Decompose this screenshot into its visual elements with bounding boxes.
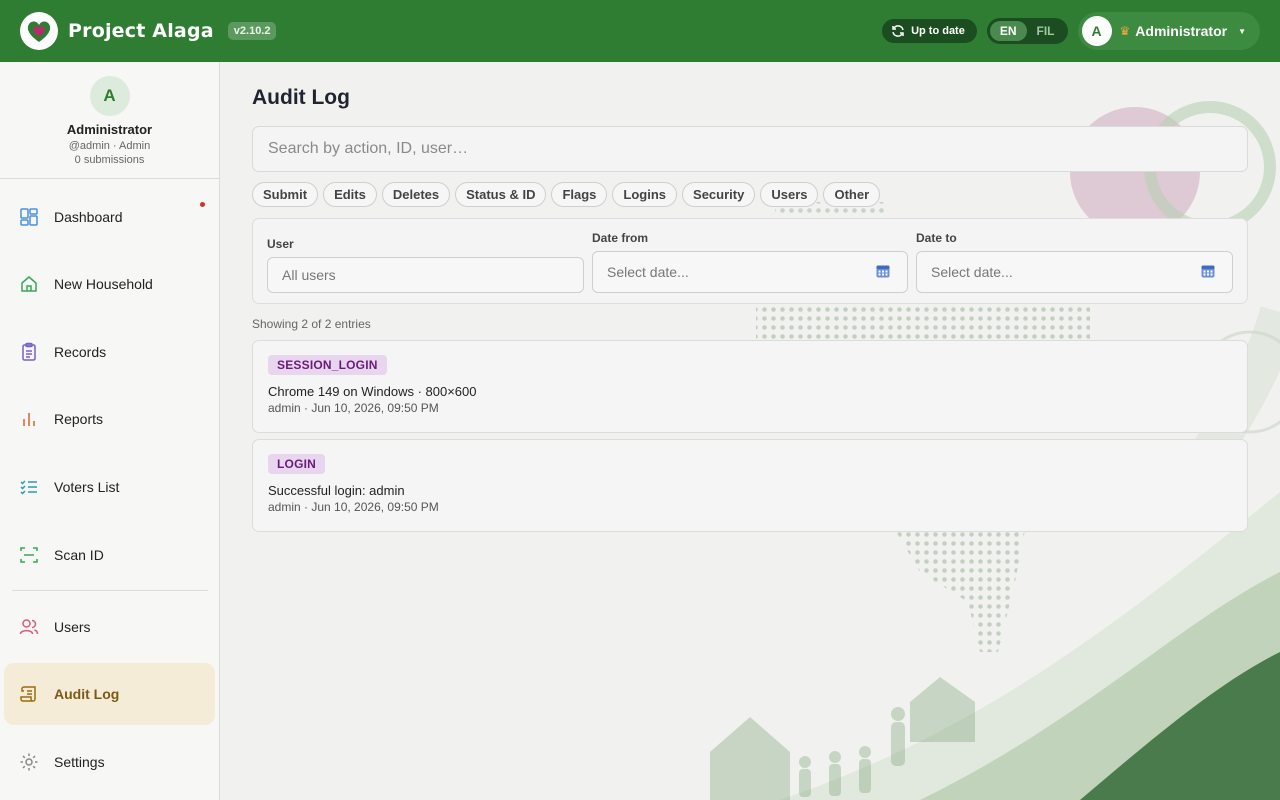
sidebar-item-label: Scan ID <box>54 547 104 563</box>
sidebar-item-label: Users <box>54 619 91 635</box>
sidebar-item-audit-log[interactable]: Audit Log <box>4 663 215 725</box>
scroll-icon <box>18 683 40 705</box>
profile-submissions: 0 submissions <box>74 154 145 166</box>
checklist-icon <box>18 476 40 498</box>
user-menu-button[interactable]: A ♛ Administrator ▼ <box>1077 12 1260 50</box>
calendar-icon[interactable] <box>1201 264 1215 281</box>
date-to-placeholder: Select date... <box>931 264 1013 280</box>
dashboard-icon <box>18 206 40 228</box>
sidebar-profile: A Administrator @admin · Admin 0 submiss… <box>0 62 219 179</box>
sidebar-item-voters-list[interactable]: Voters List <box>4 456 215 518</box>
sidebar-item-records[interactable]: Records <box>4 321 215 383</box>
sidebar-item-new-household[interactable]: New Household <box>4 253 215 315</box>
date-from-placeholder: Select date... <box>607 264 689 280</box>
chip-status-id[interactable]: Status & ID <box>455 182 547 207</box>
date-from-label: Date from <box>592 231 649 245</box>
sidebar-item-reports[interactable]: Reports <box>4 388 215 450</box>
profile-handle: @admin · Admin <box>68 140 151 152</box>
entry-detail: Successful login: admin <box>268 483 405 498</box>
language-toggle[interactable]: EN FIL <box>986 18 1068 44</box>
home-icon <box>18 273 40 295</box>
sidebar-item-label: New Household <box>54 276 153 292</box>
sidebar-item-users[interactable]: Users <box>4 596 215 658</box>
sidebar-item-label: Reports <box>54 411 104 427</box>
sidebar-item-settings[interactable]: Settings <box>4 731 215 793</box>
filter-chips: Submit Edits Deletes Status & ID Flags L… <box>252 182 881 207</box>
gear-icon <box>18 751 40 773</box>
sidebar-divider <box>12 590 208 591</box>
notification-dot <box>200 202 205 207</box>
profile-avatar: A <box>89 76 130 116</box>
main-content: Audit Log Search by action, ID, user… Su… <box>220 62 1280 800</box>
calendar-icon[interactable] <box>876 264 890 281</box>
chip-submit[interactable]: Submit <box>252 182 319 207</box>
avatar: A <box>1081 16 1112 46</box>
list-item[interactable]: LOGIN Successful login: admin admin · Ju… <box>252 439 1248 532</box>
clipboard-icon <box>18 341 40 363</box>
search-input[interactable]: Search by action, ID, user… <box>252 126 1248 172</box>
chip-users[interactable]: Users <box>760 182 819 207</box>
date-to-label: Date to <box>916 231 957 245</box>
app-logo[interactable] <box>20 12 58 50</box>
chip-flags[interactable]: Flags <box>551 182 608 207</box>
page-title: Audit Log <box>252 86 350 109</box>
sidebar-item-dashboard[interactable]: Dashboard <box>4 186 215 248</box>
app-title: Project Alaga <box>68 20 214 42</box>
date-from-input[interactable]: Select date... <box>592 251 908 293</box>
lang-fil[interactable]: FIL <box>1027 21 1065 41</box>
chip-edits[interactable]: Edits <box>323 182 377 207</box>
sync-status-button[interactable]: Up to date <box>882 19 977 43</box>
chip-logins[interactable]: Logins <box>612 182 678 207</box>
crown-icon: ♛ <box>1119 24 1131 38</box>
action-badge: LOGIN <box>268 454 325 474</box>
lang-en[interactable]: EN <box>989 21 1027 41</box>
sidebar: A Administrator @admin · Admin 0 submiss… <box>0 62 220 800</box>
chip-other[interactable]: Other <box>823 182 881 207</box>
sidebar-item-label: Records <box>54 344 107 360</box>
action-badge: SESSION_LOGIN <box>268 355 387 375</box>
user-name: Administrator <box>1135 23 1228 39</box>
entry-detail: Chrome 149 on Windows · 800×600 <box>268 384 477 399</box>
sync-status-label: Up to date <box>911 25 965 37</box>
chevron-down-icon: ▼ <box>1238 26 1246 36</box>
chip-security[interactable]: Security <box>682 182 756 207</box>
scan-icon <box>18 544 40 566</box>
sidebar-item-label: Settings <box>54 754 105 770</box>
sidebar-item-label: Voters List <box>54 479 120 495</box>
user-filter-select[interactable]: All users <box>267 257 584 293</box>
user-filter-label: User <box>267 237 294 251</box>
date-to-input[interactable]: Select date... <box>916 251 1233 293</box>
entry-meta: admin · Jun 10, 2026, 09:50 PM <box>268 401 439 415</box>
filters-panel: User All users Date from Select date... … <box>252 218 1248 304</box>
refresh-icon <box>892 25 904 37</box>
sidebar-item-label: Dashboard <box>54 209 123 225</box>
entries-count: Showing 2 of 2 entries <box>252 317 371 331</box>
top-bar: Project Alaga v2.10.2 Up to date EN FIL … <box>0 0 1280 62</box>
bar-chart-icon <box>18 408 40 430</box>
users-icon <box>18 616 40 638</box>
version-badge: v2.10.2 <box>227 22 277 40</box>
sidebar-item-label: Audit Log <box>54 686 120 702</box>
profile-name: Administrator <box>66 122 153 137</box>
chip-deletes[interactable]: Deletes <box>381 182 451 207</box>
entry-meta: admin · Jun 10, 2026, 09:50 PM <box>268 500 439 514</box>
list-item[interactable]: SESSION_LOGIN Chrome 149 on Windows · 80… <box>252 340 1248 433</box>
sidebar-item-scan-id[interactable]: Scan ID <box>4 524 215 586</box>
